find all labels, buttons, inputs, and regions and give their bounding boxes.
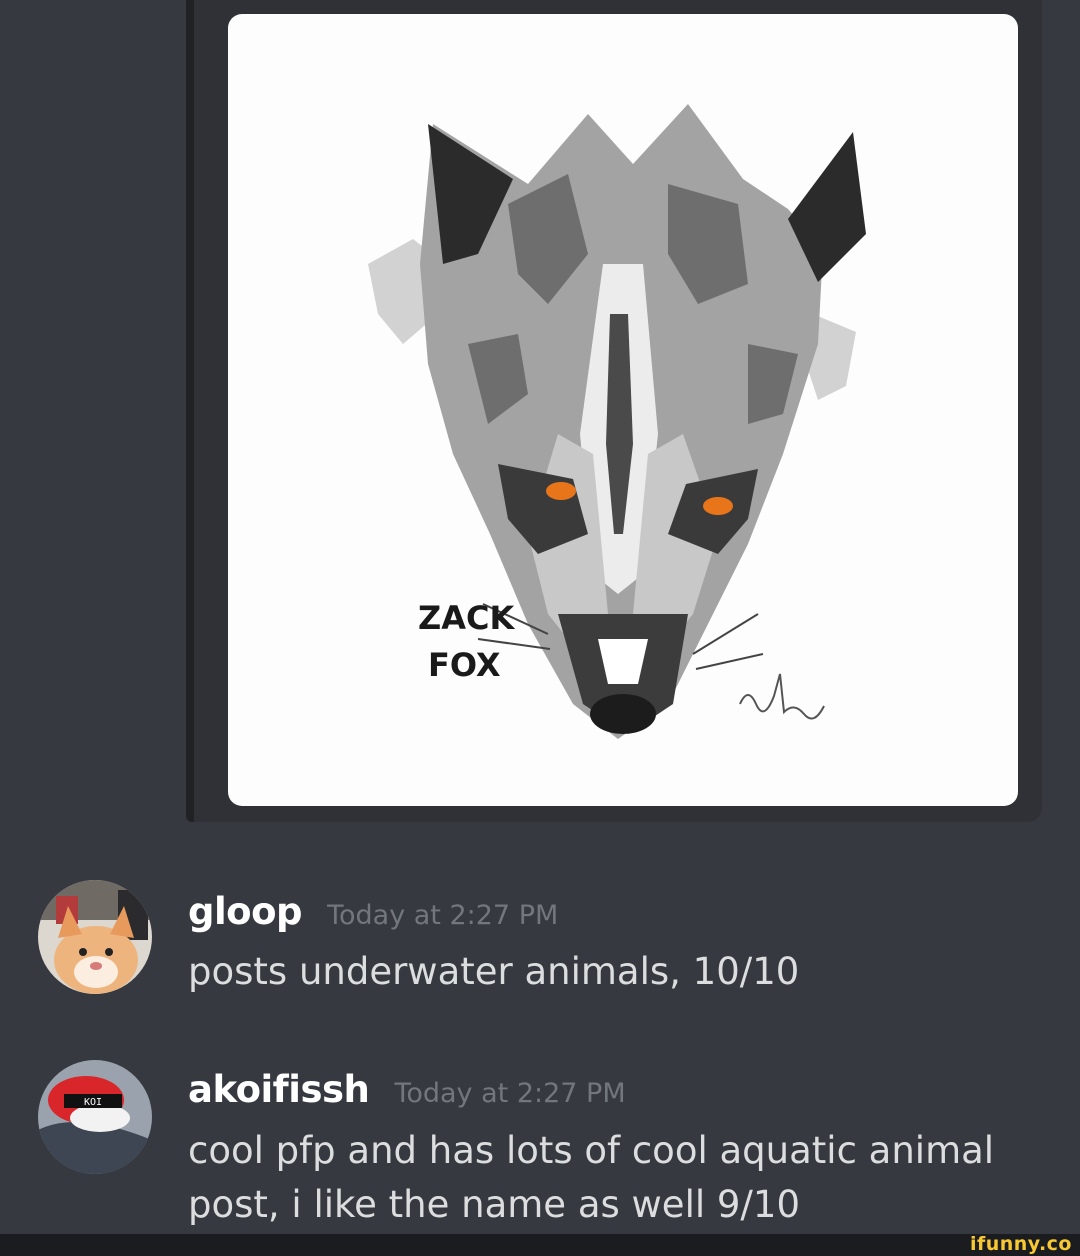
image-text-fox: FOX xyxy=(428,646,501,684)
koi-avatar-icon: KOI xyxy=(38,1060,152,1174)
message-header: akoifissh Today at 2:27 PM xyxy=(188,1068,626,1111)
message-timestamp: Today at 2:27 PM xyxy=(394,1078,626,1109)
cat-avatar-icon xyxy=(38,880,152,994)
message-text: cool pfp and has lots of cool aquatic an… xyxy=(188,1129,995,1226)
username[interactable]: gloop xyxy=(188,890,303,933)
username[interactable]: akoifissh xyxy=(188,1068,370,1111)
message-text: posts underwater animals, 10/10 xyxy=(188,950,800,993)
image-embed: ZACK FOX xyxy=(186,0,1042,822)
message-header: gloop Today at 2:27 PM xyxy=(188,890,558,933)
watermark-logo: ifunny.co xyxy=(969,1233,1072,1255)
fox-artwork-image[interactable]: ZACK FOX xyxy=(228,14,1018,806)
image-text-zack: ZACK xyxy=(418,599,515,637)
user-avatar[interactable]: KOI xyxy=(38,1060,152,1174)
embed-accent-bar xyxy=(186,0,194,822)
fox-illustration: ZACK FOX xyxy=(368,104,866,739)
koi-label: KOI xyxy=(84,1097,102,1108)
bottom-bar: ifunny.co xyxy=(0,1234,1080,1256)
user-avatar[interactable] xyxy=(38,880,152,994)
message-timestamp: Today at 2:27 PM xyxy=(327,900,559,931)
